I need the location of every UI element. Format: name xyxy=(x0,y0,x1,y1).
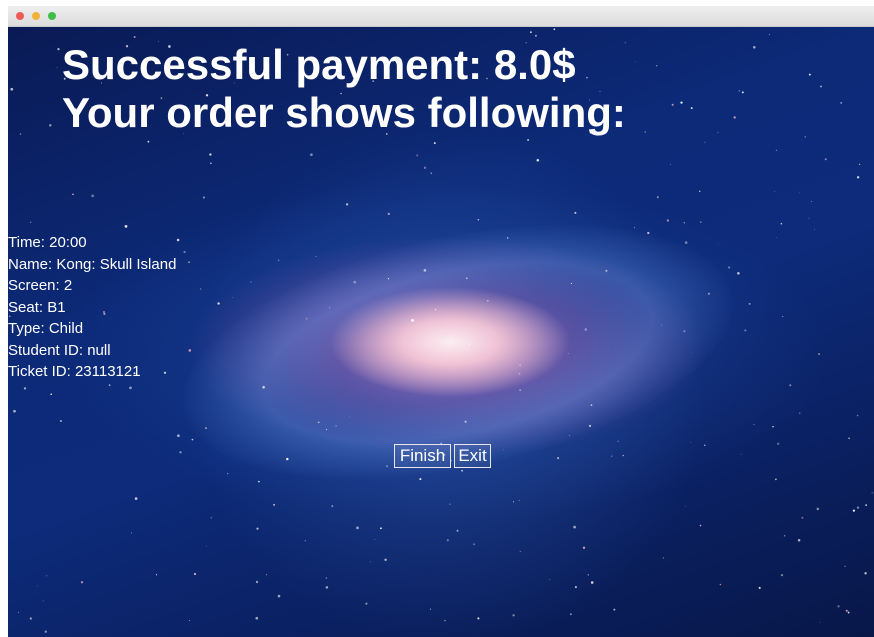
galaxy-image xyxy=(160,181,756,523)
order-intro-text: Your order shows following: xyxy=(62,89,626,136)
app-window: Successful payment: 8.0$ Your order show… xyxy=(8,6,874,637)
payment-headline: Successful payment: 8.0$ Your order show… xyxy=(62,41,626,137)
order-ticket-type: Type: Child xyxy=(8,320,84,337)
minimize-window-icon[interactable] xyxy=(32,12,40,20)
title-bar xyxy=(8,6,874,27)
zoom-window-icon[interactable] xyxy=(48,12,56,20)
order-ticket-id: Ticket ID: 23113121 xyxy=(8,363,141,380)
galaxy-background: Successful payment: 8.0$ Your order show… xyxy=(8,27,874,637)
order-details: Time: 20:00 Name: Kong: Skull Island Scr… xyxy=(8,232,176,383)
order-student-id: Student ID: null xyxy=(8,341,111,359)
order-seat: Seat: B1 xyxy=(8,298,66,316)
finish-button[interactable]: Finish xyxy=(394,444,451,468)
order-movie-name: Name: Kong: Skull Island xyxy=(8,255,177,273)
payment-status-text: Successful payment: 8.0$ xyxy=(62,41,576,88)
order-screen: Screen: 2 xyxy=(8,277,73,294)
close-window-icon[interactable] xyxy=(16,12,24,20)
order-time: Time: 20:00 xyxy=(8,234,87,251)
exit-button[interactable]: Exit xyxy=(454,444,491,468)
